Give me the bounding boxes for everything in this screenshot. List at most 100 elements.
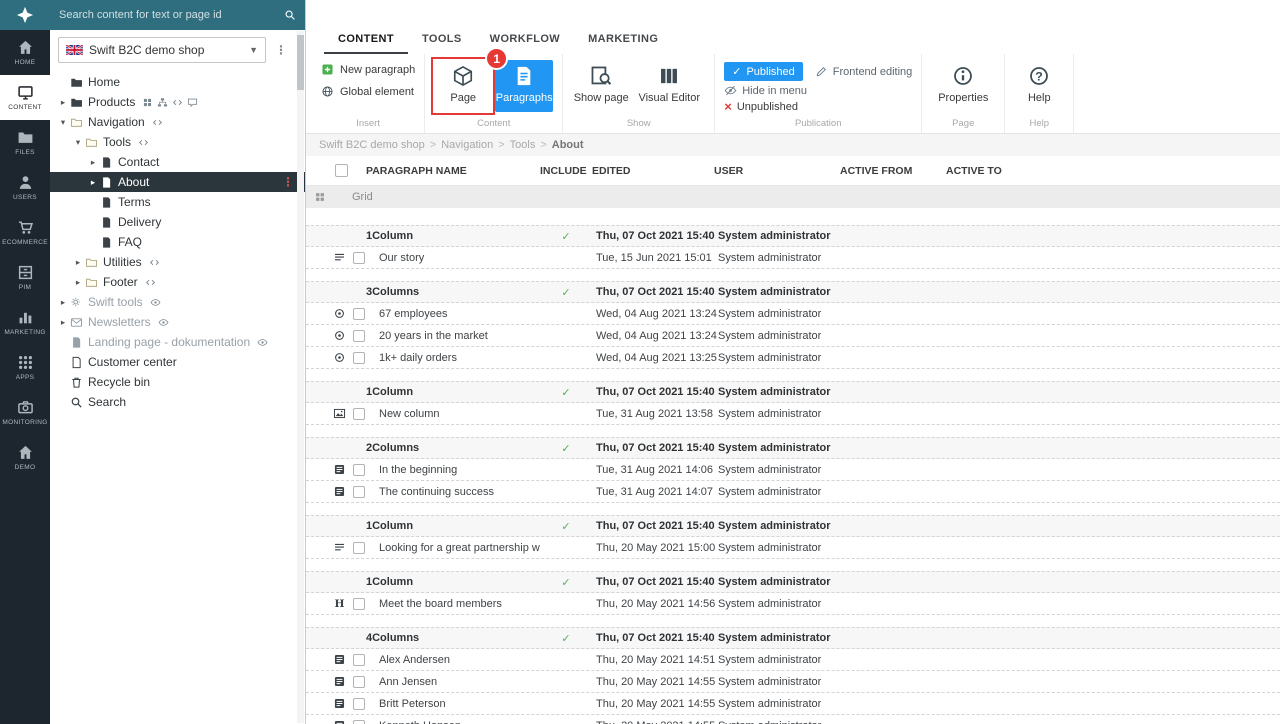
expand-arrow-icon[interactable] [71, 277, 85, 288]
paragraph-name[interactable]: Meet the board members [374, 598, 540, 610]
table-row[interactable]: In the beginning Tue, 31 Aug 2021 14:06 … [306, 459, 1280, 481]
paragraph-name[interactable]: 1Column [350, 576, 540, 588]
paragraph-name[interactable]: 1Column [350, 386, 540, 398]
rail-item-users[interactable]: USERS [0, 165, 50, 210]
tree-item[interactable]: Home [50, 72, 305, 92]
breadcrumb-part[interactable]: Swift B2C demo shop [319, 139, 441, 151]
expand-arrow-icon[interactable] [56, 117, 70, 128]
rail-item-pim[interactable]: PIM [0, 255, 50, 300]
table-row[interactable]: Kenneth Hansen Thu, 20 May 2021 14:55 Sy… [306, 715, 1280, 724]
site-options-button[interactable] [271, 37, 291, 63]
table-row[interactable]: Alex Andersen Thu, 20 May 2021 14:51 Sys… [306, 649, 1280, 671]
tree-item[interactable]: Landing page - dokumentation [50, 332, 305, 352]
paragraph-name[interactable]: Looking for a great partnership with an … [374, 542, 540, 554]
table-row[interactable]: Meet the board members Thu, 20 May 2021 … [306, 593, 1280, 615]
tree-item[interactable]: Utilities [50, 252, 305, 272]
table-row[interactable]: Our story Tue, 15 Jun 2021 15:01 System … [306, 247, 1280, 269]
row-checkbox[interactable] [353, 252, 365, 264]
expand-arrow-icon[interactable] [56, 317, 70, 328]
table-row[interactable]: 4Columns Thu, 07 Oct 2021 15:40 System a… [306, 627, 1280, 649]
paragraph-name[interactable]: Ann Jensen [374, 676, 540, 688]
table-row[interactable]: Looking for a great partnership with an … [306, 537, 1280, 559]
published-button[interactable]: Published [724, 62, 803, 81]
tree-item[interactable]: Footer [50, 272, 305, 292]
table-row[interactable]: Britt Peterson Thu, 20 May 2021 14:55 Sy… [306, 693, 1280, 715]
row-checkbox[interactable] [353, 408, 365, 420]
table-row[interactable]: 67 employees Wed, 04 Aug 2021 13:24 Syst… [306, 303, 1280, 325]
ribbon-tab[interactable]: TOOLS [408, 33, 476, 54]
table-row[interactable]: 3Columns Thu, 07 Oct 2021 15:40 System a… [306, 281, 1280, 303]
row-checkbox[interactable] [353, 598, 365, 610]
breadcrumb-part[interactable]: Tools [510, 139, 552, 151]
paragraph-name[interactable]: 4Columns [350, 632, 540, 644]
paragraph-name[interactable]: The continuing success [374, 486, 540, 498]
rail-item-home[interactable]: HOME [0, 30, 50, 75]
table-row[interactable]: 1Column Thu, 07 Oct 2021 15:40 System ad… [306, 571, 1280, 593]
tree-scrollbar-track[interactable] [297, 31, 304, 723]
tree-item[interactable]: Delivery [50, 212, 305, 232]
tree-item[interactable]: Contact [50, 152, 305, 172]
expand-arrow-icon[interactable] [56, 297, 70, 308]
breadcrumb-part[interactable]: Navigation [441, 139, 509, 151]
expand-arrow-icon[interactable] [71, 257, 85, 268]
row-checkbox[interactable] [353, 308, 365, 320]
paragraph-name[interactable]: 67 employees [374, 308, 540, 320]
paragraph-name[interactable]: Alex Andersen [374, 654, 540, 666]
tree-scrollbar-thumb[interactable] [297, 35, 304, 90]
table-row[interactable]: 1Column Thu, 07 Oct 2021 15:40 System ad… [306, 225, 1280, 247]
paragraph-name[interactable]: 1Column [350, 520, 540, 532]
search-input[interactable] [59, 9, 278, 21]
tree-item[interactable]: Newsletters [50, 312, 305, 332]
paragraph-name[interactable]: New column [374, 408, 540, 420]
paragraph-name[interactable]: Our story [374, 252, 540, 264]
row-checkbox[interactable] [353, 464, 365, 476]
search-icon[interactable] [284, 9, 296, 21]
row-checkbox[interactable] [353, 352, 365, 364]
row-checkbox[interactable] [353, 542, 365, 554]
tree-item[interactable]: Tools [50, 132, 305, 152]
table-row[interactable]: 1k+ daily orders Wed, 04 Aug 2021 13:25 … [306, 347, 1280, 369]
tree-item[interactable]: FAQ [50, 232, 305, 252]
ribbon-tab[interactable]: CONTENT [324, 33, 408, 54]
tree-item[interactable]: Search [50, 392, 305, 412]
unpublished-button[interactable]: Unpublished [724, 100, 912, 113]
hide-in-menu-button[interactable]: Hide in menu [724, 84, 912, 97]
row-checkbox[interactable] [353, 676, 365, 688]
rail-item-marketing[interactable]: MARKETING [0, 300, 50, 345]
page-button[interactable]: 1 Page [434, 60, 492, 112]
paragraph-name[interactable]: 20 years in the market [374, 330, 540, 342]
row-checkbox[interactable] [353, 486, 365, 498]
rail-item-content[interactable]: CONTENT [0, 75, 50, 120]
ribbon-tab[interactable]: MARKETING [574, 33, 672, 54]
row-checkbox[interactable] [353, 698, 365, 710]
tree-item[interactable]: Products [50, 92, 305, 112]
tree-item[interactable]: Customer center [50, 352, 305, 372]
paragraph-name[interactable]: In the beginning [374, 464, 540, 476]
tree-item[interactable]: Recycle bin [50, 372, 305, 392]
table-row[interactable]: New column Tue, 31 Aug 2021 13:58 System… [306, 403, 1280, 425]
tree-item[interactable]: Navigation [50, 112, 305, 132]
rail-item-monitoring[interactable]: MONITORING [0, 390, 50, 435]
rail-item-ecommerce[interactable]: ECOMMERCE [0, 210, 50, 255]
table-row[interactable]: 1Column Thu, 07 Oct 2021 15:40 System ad… [306, 381, 1280, 403]
expand-arrow-icon[interactable] [71, 137, 85, 148]
tree-item[interactable]: Swift tools [50, 292, 305, 312]
paragraph-name[interactable]: 2Columns [350, 442, 540, 454]
table-row[interactable]: 20 years in the market Wed, 04 Aug 2021 … [306, 325, 1280, 347]
row-checkbox[interactable] [353, 720, 365, 724]
expand-arrow-icon[interactable] [86, 157, 100, 168]
expand-arrow-icon[interactable] [86, 177, 100, 188]
select-all-checkbox[interactable] [335, 164, 348, 177]
tree-item[interactable]: About [50, 172, 305, 192]
paragraph-name[interactable]: Britt Peterson [374, 698, 540, 710]
frontend-editing-button[interactable]: Frontend editing [815, 65, 913, 78]
paragraph-name[interactable]: Kenneth Hansen [374, 720, 540, 724]
help-button[interactable]: Help [1014, 60, 1064, 112]
properties-button[interactable]: Properties [931, 60, 995, 112]
paragraph-name[interactable]: 3Columns [350, 286, 540, 298]
table-row[interactable]: The continuing success Tue, 31 Aug 2021 … [306, 481, 1280, 503]
row-checkbox[interactable] [353, 330, 365, 342]
expand-arrow-icon[interactable] [56, 97, 70, 108]
table-row[interactable]: Ann Jensen Thu, 20 May 2021 14:55 System… [306, 671, 1280, 693]
table-row[interactable]: 2Columns Thu, 07 Oct 2021 15:40 System a… [306, 437, 1280, 459]
